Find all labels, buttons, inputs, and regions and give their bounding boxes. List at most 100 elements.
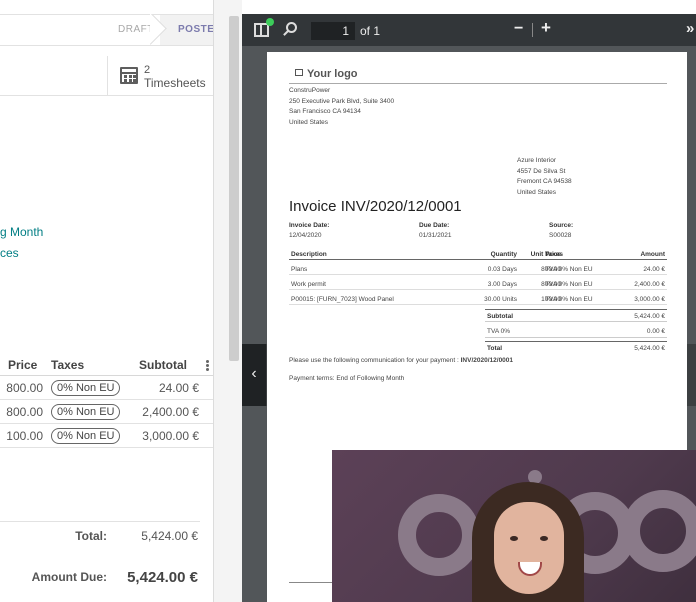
pdf-table-row: Work permit 3.00 Days 800.00 TVA 0% Non … (289, 278, 667, 290)
logo-letter-o (622, 490, 696, 572)
amount-due-value: 5,424.00 € (127, 569, 198, 586)
stage-posted[interactable]: POSTED (178, 24, 213, 35)
pdf-subtotal-row: Subtotal 5,424.00 € (485, 309, 667, 322)
td-taxes: TVA 0% Non EU (545, 281, 593, 288)
td-description: Plans (291, 266, 308, 273)
invoice-date-label: Invoice Date: (289, 222, 330, 229)
td-description: Work permit (291, 281, 326, 288)
address-line: United States (289, 118, 329, 126)
timesheets-count: 2 (144, 64, 151, 76)
line-subtotal: 24.00 € (158, 381, 199, 395)
pdf-subtotal: 5,424.00 € (634, 313, 665, 320)
previous-page-button[interactable]: ‹ (242, 344, 266, 406)
field-link-fragment[interactable]: ces (0, 246, 19, 260)
pdf-toolbar: of 1 − + » (242, 14, 696, 46)
line-price: 800.00 (6, 405, 43, 419)
pdf-total-label: Total (487, 345, 503, 352)
line-price: 800.00 (6, 381, 43, 395)
communication-reference: INV/2020/12/0001 (460, 357, 514, 364)
pdf-table-row: Plans 0.03 Days 800.00 TVA 0% Non EU 24.… (289, 263, 667, 275)
company-address: ConstruPower 250 Executive Park Blvd, Su… (289, 86, 394, 128)
td-quantity: 30.00 Units (484, 296, 517, 303)
line-subtotal: 2,400.00 € (142, 405, 199, 419)
th-amount: Amount (640, 251, 665, 258)
invoice-line-row[interactable]: 800.00 0% Non EU 24.00 € (0, 376, 213, 400)
zoom-out-button[interactable]: − (514, 20, 523, 38)
calendar-icon (120, 67, 138, 84)
address-line: Azure Interior (517, 157, 557, 164)
totals-divider (0, 521, 200, 522)
presenter-eye (540, 536, 548, 541)
address-line: 4557 De Silva St (517, 167, 566, 175)
form-scrollbar[interactable] (229, 16, 239, 361)
col-subtotal[interactable]: Subtotal (139, 358, 187, 372)
communication-text: Please use the following communication f… (289, 357, 461, 364)
zoom-divider (532, 23, 533, 37)
address-line: Fremont CA 94538 (517, 178, 572, 185)
pdf-total: 5,424.00 € (634, 345, 665, 352)
screen: DRAFT POSTED 2 Timesheets g Month ces Pr… (0, 0, 696, 602)
pdf-tva: 0.00 € (646, 328, 665, 335)
page-count: of 1 (360, 24, 381, 38)
due-date: 01/31/2021 (419, 232, 452, 239)
presenter-eye (510, 536, 518, 541)
address-line: ConstruPower (289, 87, 331, 94)
due-date-label: Due Date: (419, 222, 450, 229)
payment-communication: Please use the following communication f… (289, 357, 513, 364)
pdf-tva-label: TVA 0% (487, 328, 511, 335)
td-taxes: TVA 0% Non EU (545, 266, 593, 273)
invoice-date: 12/04/2020 (289, 232, 322, 239)
optional-columns-icon[interactable] (206, 360, 209, 371)
pdf-total-row: Total 5,424.00 € (485, 341, 667, 354)
zoom-in-button[interactable]: + (541, 18, 551, 38)
th-quantity: Quantity (490, 251, 517, 258)
company-logo: Your logo (307, 68, 358, 80)
amount-due-label: Amount Due: (31, 570, 107, 584)
address-line: United States (517, 188, 557, 196)
pdf-subtotal-label: Subtotal (487, 313, 513, 320)
th-description: Description (291, 251, 327, 258)
logo-image-icon (295, 69, 303, 76)
status-bar: DRAFT POSTED (0, 14, 213, 46)
td-amount: 24.00 € (643, 266, 665, 273)
address-line: San Francisco CA 94134 (289, 108, 361, 115)
header-rule (289, 83, 667, 84)
customer-address: Azure Interior 4557 De Silva St Fremont … (517, 156, 572, 198)
tax-tag: 0% Non EU (51, 404, 121, 420)
payment-term-link[interactable]: g Month (0, 225, 43, 239)
source: S00028 (549, 232, 572, 239)
pdf-table-header: Description Quantity Unit Price Taxes Am… (289, 248, 667, 260)
td-quantity: 3.00 Days (487, 281, 517, 288)
line-price: 100.00 (6, 429, 43, 443)
more-tools-icon[interactable]: » (686, 20, 694, 37)
col-taxes[interactable]: Taxes (51, 358, 84, 372)
pdf-tva-row: TVA 0% 0.00 € (485, 325, 667, 338)
th-taxes: Taxes (545, 251, 563, 258)
td-taxes: TVA 0% Non EU (545, 296, 593, 303)
payment-terms: Payment terms: End of Following Month (289, 375, 405, 382)
smart-button-row: 2 Timesheets (0, 56, 213, 96)
logo-letter-o (398, 494, 480, 576)
invoice-line-row[interactable]: 100.00 0% Non EU 3,000.00 € (0, 424, 213, 448)
address-line: 250 Executive Park Blvd, Suite 3400 (289, 97, 395, 105)
td-amount: 2,400.00 € (634, 281, 665, 288)
source-label: Source: (549, 222, 574, 229)
line-subtotal: 3,000.00 € (142, 429, 199, 443)
invoice-line-row[interactable]: 800.00 0% Non EU 2,400.00 € (0, 400, 213, 424)
sidebar-toggle-icon[interactable] (254, 18, 274, 37)
notification-dot (266, 18, 274, 26)
pdf-table-row: P00015: [FURN_7023] Wood Panel 30.00 Uni… (289, 293, 667, 305)
td-amount: 3,000.00 € (634, 296, 665, 303)
total-label: Total: (75, 529, 107, 543)
invoice-lines-header: Price Taxes Subtotal (0, 352, 213, 376)
col-price[interactable]: Price (8, 358, 37, 372)
invoice-title: Invoice INV/2020/12/0001 (289, 198, 462, 215)
timesheets-label: Timesheets (144, 76, 206, 90)
td-description: P00015: [FURN_7023] Wood Panel (291, 296, 394, 303)
page-number-input[interactable] (311, 22, 355, 40)
presenter-face (494, 502, 564, 594)
webcam-overlay (332, 450, 696, 602)
search-icon[interactable] (286, 22, 297, 33)
stage-draft[interactable]: DRAFT (118, 24, 154, 35)
timesheets-button[interactable]: 2 Timesheets (107, 56, 213, 96)
